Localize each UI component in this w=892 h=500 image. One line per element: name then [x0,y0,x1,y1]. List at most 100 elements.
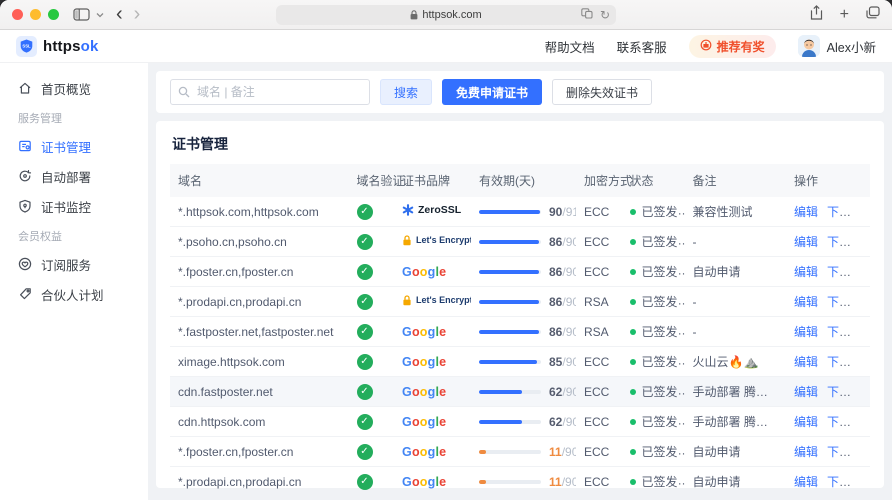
delete-link[interactable]: 删除 [860,265,870,279]
domain-cell: *.fastposter.net,fastposter.net [178,324,334,339]
zoom-window-button[interactable] [48,9,59,20]
edit-link[interactable]: 编辑 [794,475,818,489]
contact-support-link[interactable]: 联系客服 [617,37,667,56]
delete-link[interactable]: 删除 [860,355,870,369]
download-link[interactable]: 下载 [827,235,851,249]
status-badge: 已签发 [629,293,678,310]
edit-link[interactable]: 编辑 [794,445,818,459]
sidebar-item-cert-monitor[interactable]: 证书监控 [0,191,148,221]
deploy-icon [19,170,32,182]
delete-link[interactable]: 删除 [860,325,870,339]
encryption-cell: ECC [584,474,610,489]
delete-link[interactable]: 删除 [860,475,870,489]
search-button[interactable]: 搜索 [380,79,433,105]
status-badge: 已签发 [629,323,678,340]
col-domain-verify: 域名验证 [348,164,405,197]
sidebar-item-auto-deploy[interactable]: 自动部署 [0,161,148,191]
validity-progress-bar [479,479,541,484]
domain-cell: *.fposter.cn,fposter.cn [178,444,294,459]
status-dot-icon [629,298,636,305]
status-dot-icon [629,478,636,485]
remark-cell: 自动申请 [692,265,741,279]
new-tab-button[interactable]: + [840,6,849,23]
sidebar-toggle-icon[interactable] [73,8,90,21]
google-logo: Google [402,264,447,279]
validity-cell: 86/90 [479,325,576,339]
col-encryption: 加密方式 [576,164,632,197]
sidebar-item-subscribe[interactable]: 订阅服务 [0,249,148,279]
download-link[interactable]: 下载 [827,445,851,459]
forward-button[interactable]: › [134,4,141,24]
close-window-button[interactable] [12,9,23,20]
download-link[interactable]: 下载 [827,205,851,219]
status-dot-icon [629,208,636,215]
cert-table-body: *.httpsok.com,httpsok.com ✓ ZeroSSL 90/9… [170,197,870,497]
table-row: *.prodapi.cn,prodapi.cn ✓ Let's Encrypt … [170,286,870,317]
address-bar[interactable]: httpsok.com ↻ [276,5,616,25]
delete-link[interactable]: 删除 [860,415,870,429]
download-link[interactable]: 下载 [827,475,851,489]
search-input[interactable] [170,79,370,105]
download-link[interactable]: 下载 [827,415,851,429]
help-docs-link[interactable]: 帮助文档 [545,37,595,56]
domain-cell: cdn.fastposter.net [178,384,273,399]
sidebar-item-partner[interactable]: 合伙人计划 [0,279,148,309]
verified-check-icon: ✓ [356,233,373,250]
download-link[interactable]: 下载 [827,355,851,369]
edit-link[interactable]: 编辑 [794,355,818,369]
remark-cell: 手动部署 腾讯云CDN 申请 [692,415,787,429]
user-menu[interactable]: Alex小新 [797,35,876,57]
edit-link[interactable]: 编辑 [794,235,818,249]
delete-link[interactable]: 删除 [860,205,870,219]
table-row: cdn.httpsok.com ✓ Google 62/90 ECC 已签发 [170,406,870,437]
back-button[interactable]: ‹ [116,4,123,24]
delete-link[interactable]: 删除 [860,235,870,249]
edit-link[interactable]: 编辑 [794,415,818,429]
delete-link[interactable]: 删除 [860,385,870,399]
validity-progress-bar [479,209,541,214]
edit-link[interactable]: 编辑 [794,265,818,279]
edit-link[interactable]: 编辑 [794,205,818,219]
edit-link[interactable]: 编辑 [794,325,818,339]
download-link[interactable]: 下载 [827,325,851,339]
table-row: cdn.fastposter.net ✓ Google 62/90 ECC 已签… [170,376,870,407]
referral-badge[interactable]: 推荐有奖 [688,34,776,58]
domain-cell: *.fposter.cn,fposter.cn [178,264,294,279]
app-header: SSL httpsok 帮助文档 联系客服 推荐有奖 Alex小新 [0,30,892,63]
validity-progress-bar [479,389,541,394]
share-icon[interactable] [810,4,823,25]
download-link[interactable]: 下载 [827,385,851,399]
sidebar-item-label: 首页概览 [41,82,92,97]
domain-cell: ximage.httpsok.com [178,354,285,369]
search-icon [178,86,190,98]
chevron-down-icon[interactable] [96,12,104,18]
apply-cert-button[interactable]: 免费申请证书 [442,79,543,105]
translate-icon[interactable] [581,8,593,22]
reload-icon[interactable]: ↻ [600,8,610,22]
encryption-cell: ECC [584,354,610,369]
app-logo[interactable]: SSL httpsok [16,35,99,57]
svg-text:SSL: SSL [22,43,31,48]
delete-link[interactable]: 删除 [860,445,870,459]
remark-cell: 火山云🔥⛰️ [692,355,759,369]
sidebar-item-cert-manage[interactable]: 证书管理 [0,131,148,161]
verified-check-icon: ✓ [356,203,373,220]
download-link[interactable]: 下载 [827,295,851,309]
edit-link[interactable]: 编辑 [794,385,818,399]
minimize-window-button[interactable] [30,9,41,20]
edit-link[interactable]: 编辑 [794,295,818,309]
row-actions: 编辑下载删除 [786,197,870,227]
sidebar-item-home[interactable]: 首页概览 [0,73,148,103]
encryption-cell: ECC [584,384,610,399]
url-text: httpsok.com [422,9,482,21]
tabs-overview-icon[interactable] [866,5,880,24]
download-link[interactable]: 下载 [827,265,851,279]
monitor-icon [19,199,31,213]
delete-link[interactable]: 删除 [860,295,870,309]
validity-cell: 11/90 [479,475,576,489]
validity-cell: 90/91 [479,205,576,219]
delete-invalid-cert-button[interactable]: 删除失效证书 [552,79,653,105]
remark-cell: 自动申请 [692,445,741,459]
domain-cell: *.httpsok.com,httpsok.com [178,204,319,219]
domain-cell: *.prodapi.cn,prodapi.cn [178,474,302,489]
